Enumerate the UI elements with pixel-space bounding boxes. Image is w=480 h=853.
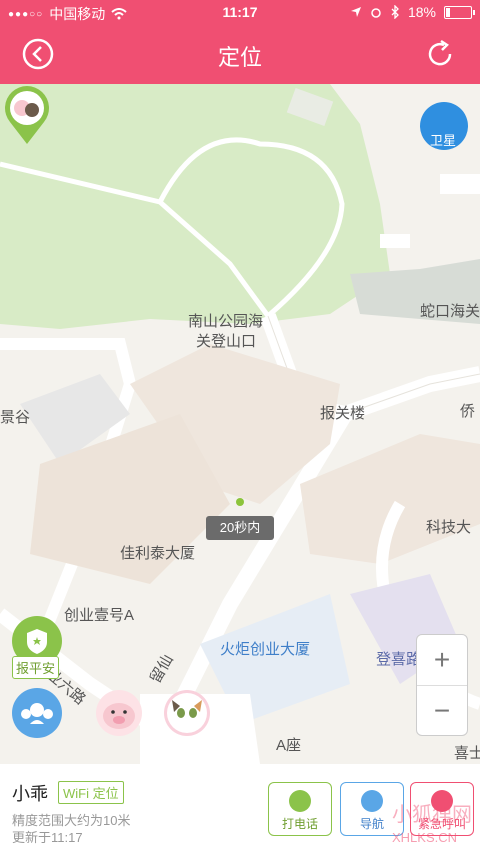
- map-label: 蛇口海关: [420, 303, 480, 320]
- avatar[interactable]: [96, 690, 142, 736]
- battery-percent: 18%: [407, 4, 436, 20]
- alarm-icon: [371, 8, 381, 18]
- map-label: 佳利泰大厦: [120, 545, 196, 562]
- navigation-icon: [361, 790, 383, 812]
- report-safe-label: 报平安: [12, 656, 60, 679]
- zoom-out-button[interactable]: −: [417, 685, 467, 736]
- people-icon: [21, 703, 53, 724]
- map-label: 创业壹号A: [64, 607, 135, 624]
- location-dot: [236, 498, 244, 506]
- map-label: 关登山口: [196, 333, 257, 350]
- call-button[interactable]: 打电话: [268, 782, 332, 836]
- phone-icon: [289, 790, 311, 812]
- cat-avatar-icon: [167, 693, 207, 733]
- location-type-badge: WiFi 定位: [58, 781, 124, 804]
- family-members-button[interactable]: [12, 688, 62, 738]
- bluetooth-icon: [391, 5, 399, 19]
- battery-icon: [444, 5, 475, 19]
- map-label: 火炬创业大厦: [220, 641, 311, 658]
- map-label: 报关楼: [320, 405, 366, 422]
- nav-bar: 定位: [0, 24, 480, 84]
- map-label: 喜士: [454, 745, 480, 762]
- satellite-label: 卫星: [430, 133, 457, 148]
- map-label: 登喜路: [376, 651, 422, 668]
- location-arrow-icon: [350, 7, 361, 17]
- page-title: 定位: [217, 45, 262, 70]
- pig-avatar-icon: [103, 703, 135, 729]
- updated-text: 更新于11:17: [12, 830, 83, 845]
- zoom-in-button[interactable]: +: [417, 635, 467, 685]
- map-label: A座: [276, 737, 302, 754]
- time-tooltip: 20秒内: [206, 516, 274, 540]
- map-view[interactable]: 卫星 南山公园海 关登山口 报关楼 蛇口海关 侨 科技大 佳利泰大厦 创业壹号A…: [0, 84, 480, 764]
- map-label: 科技大: [426, 519, 472, 536]
- watermark-url: XHLKS.CN: [392, 830, 458, 845]
- watermark-title: 小狐狸网: [392, 804, 472, 826]
- map-label: 侨: [460, 403, 476, 420]
- location-pin-icon[interactable]: [0, 84, 54, 146]
- device-name: 小乖: [12, 784, 48, 804]
- status-bar: ●●●○○ 中国移动 11:17 18%: [0, 0, 480, 24]
- avatar[interactable]: [164, 690, 210, 736]
- map-label: 景谷: [0, 409, 31, 426]
- zoom-control: + −: [416, 634, 468, 736]
- status-right: 18%: [350, 4, 475, 20]
- call-label: 打电话: [281, 817, 318, 831]
- map-label: 南山公园海: [188, 313, 264, 330]
- refresh-button[interactable]: [422, 36, 458, 72]
